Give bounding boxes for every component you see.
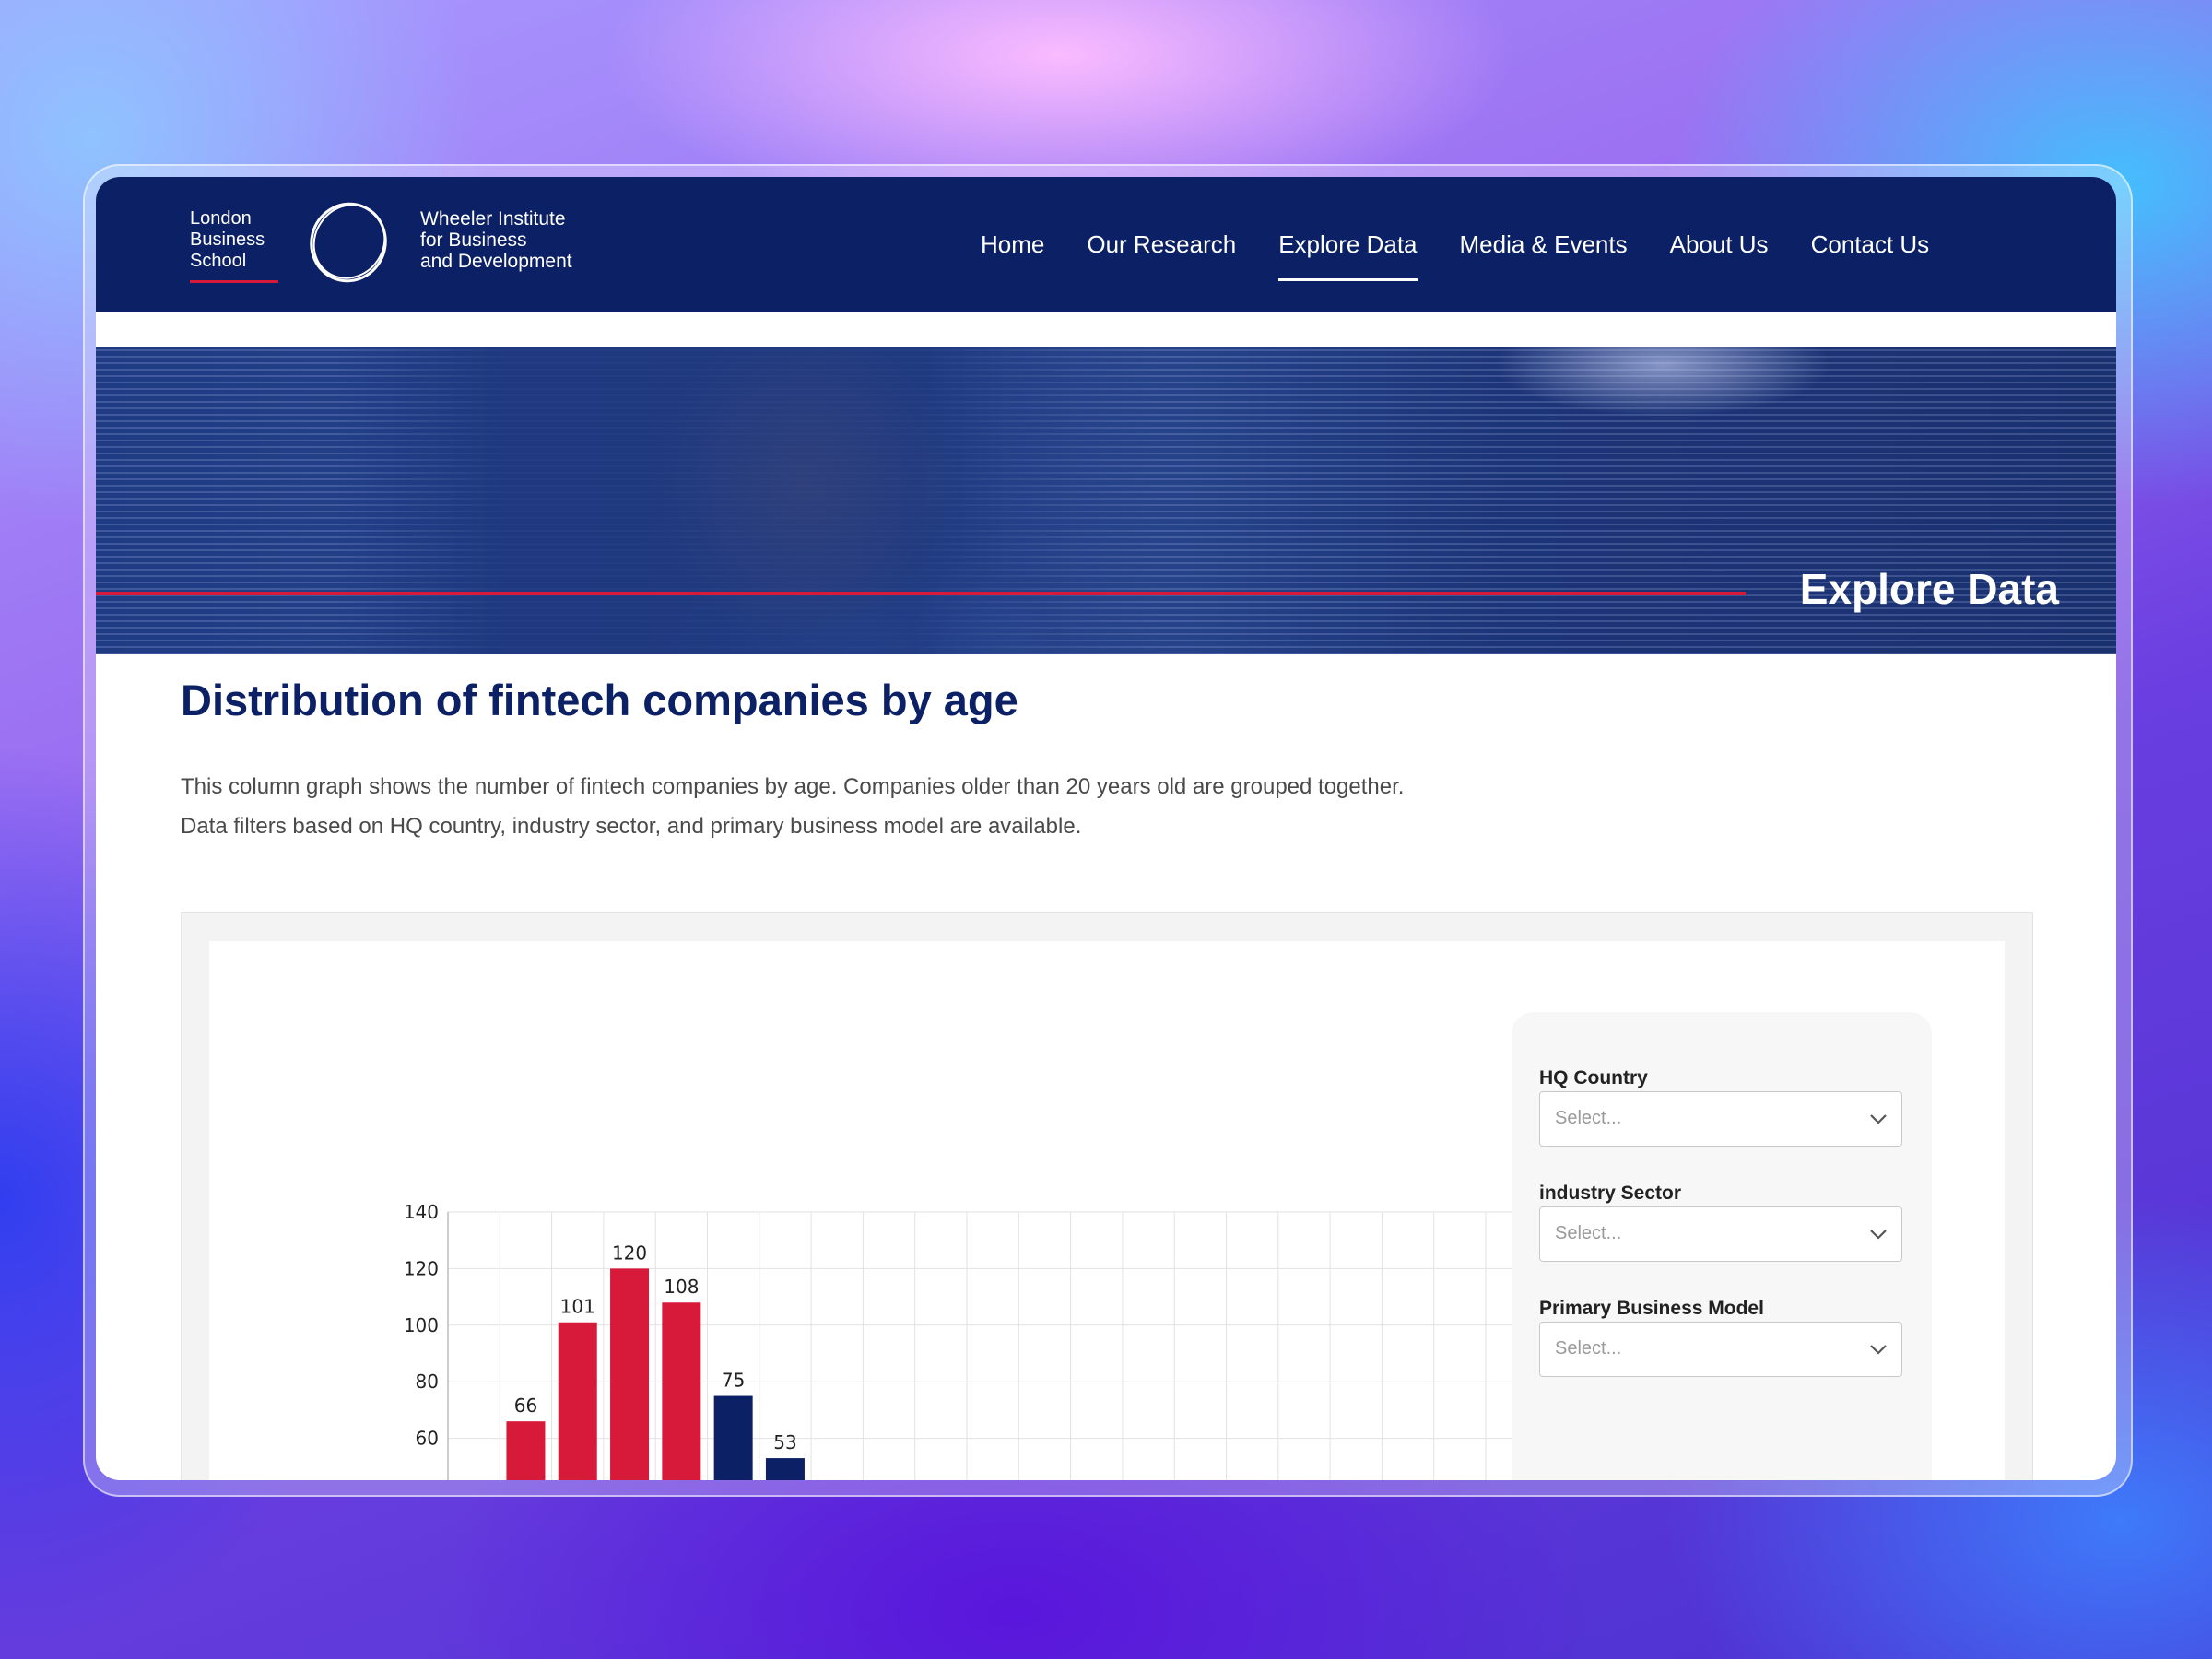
- wheeler-ring-logo-icon: [310, 202, 387, 283]
- y-tick-label: 140: [404, 1201, 439, 1223]
- hq-country-placeholder: Select...: [1555, 1108, 1622, 1128]
- description-line: Data filters based on HQ country, indust…: [181, 814, 1082, 839]
- chart-bar: [506, 1421, 546, 1480]
- bar-value-label: 101: [560, 1296, 595, 1318]
- bar-value-label: 66: [514, 1394, 537, 1417]
- hq-country-label: HQ Country: [1539, 1067, 1648, 1088]
- industry-sector-label: industry Sector: [1539, 1182, 1682, 1204]
- business-model-select[interactable]: Select...: [1539, 1322, 1902, 1377]
- lbs-logo[interactable]: London Business School: [190, 208, 265, 272]
- chart-bar: [713, 1395, 753, 1480]
- description-line: This column graph shows the number of fi…: [181, 774, 1405, 799]
- hero-accent-line: [96, 592, 1746, 595]
- bar-value-label: 53: [773, 1431, 796, 1453]
- main-nav: Home Our Research Explore Data Media & E…: [981, 177, 1929, 312]
- bar-value-label: 75: [722, 1370, 745, 1392]
- hero-photo: [335, 347, 1165, 654]
- chevron-down-icon: [1870, 1230, 1887, 1240]
- y-tick-label: 120: [404, 1257, 439, 1279]
- wheeler-institute-logo[interactable]: Wheeler Institute for Business and Devel…: [420, 208, 572, 272]
- y-tick-label: 60: [416, 1428, 439, 1450]
- bar-value-label: 108: [664, 1276, 699, 1298]
- bar-value-label: 120: [612, 1241, 647, 1264]
- nav-contact-us[interactable]: Contact Us: [1811, 225, 1930, 265]
- lbs-logo-underline: [190, 280, 278, 283]
- chart-bar: [610, 1268, 650, 1480]
- y-tick-label: 80: [416, 1371, 439, 1393]
- browser-window: London Business School Wheeler Institute…: [96, 177, 2116, 1480]
- age-distribution-chart: 406080100120140661011201087553363420: [404, 1201, 1538, 1480]
- hero-title: Explore Data: [1799, 565, 2059, 613]
- chart-bar: [765, 1458, 805, 1480]
- bar-value-label: 36: [826, 1479, 849, 1480]
- page-title: Distribution of fintech companies by age: [181, 676, 1018, 724]
- nav-about-us[interactable]: About Us: [1670, 225, 1769, 265]
- chevron-down-icon: [1870, 1114, 1887, 1124]
- chart-bar: [558, 1322, 597, 1480]
- page-description: This column graph shows the number of fi…: [181, 767, 1404, 846]
- filter-panel: HQ Country Select... industry Sector Sel…: [1512, 1012, 1932, 1480]
- business-model-placeholder: Select...: [1555, 1338, 1622, 1359]
- nav-explore-data[interactable]: Explore Data: [1278, 225, 1418, 281]
- hero-banner: Explore Data: [96, 347, 2116, 654]
- nav-home[interactable]: Home: [981, 225, 1044, 265]
- site-header: London Business School Wheeler Institute…: [96, 177, 2116, 312]
- y-tick-label: 100: [404, 1314, 439, 1336]
- nav-our-research[interactable]: Our Research: [1087, 225, 1236, 265]
- industry-sector-select[interactable]: Select...: [1539, 1206, 1902, 1262]
- nav-media-events[interactable]: Media & Events: [1460, 225, 1628, 265]
- chevron-down-icon: [1870, 1345, 1887, 1355]
- hq-country-select[interactable]: Select...: [1539, 1091, 1902, 1147]
- chart-bar: [662, 1302, 701, 1480]
- industry-sector-placeholder: Select...: [1555, 1223, 1622, 1243]
- business-model-label: Primary Business Model: [1539, 1298, 1764, 1319]
